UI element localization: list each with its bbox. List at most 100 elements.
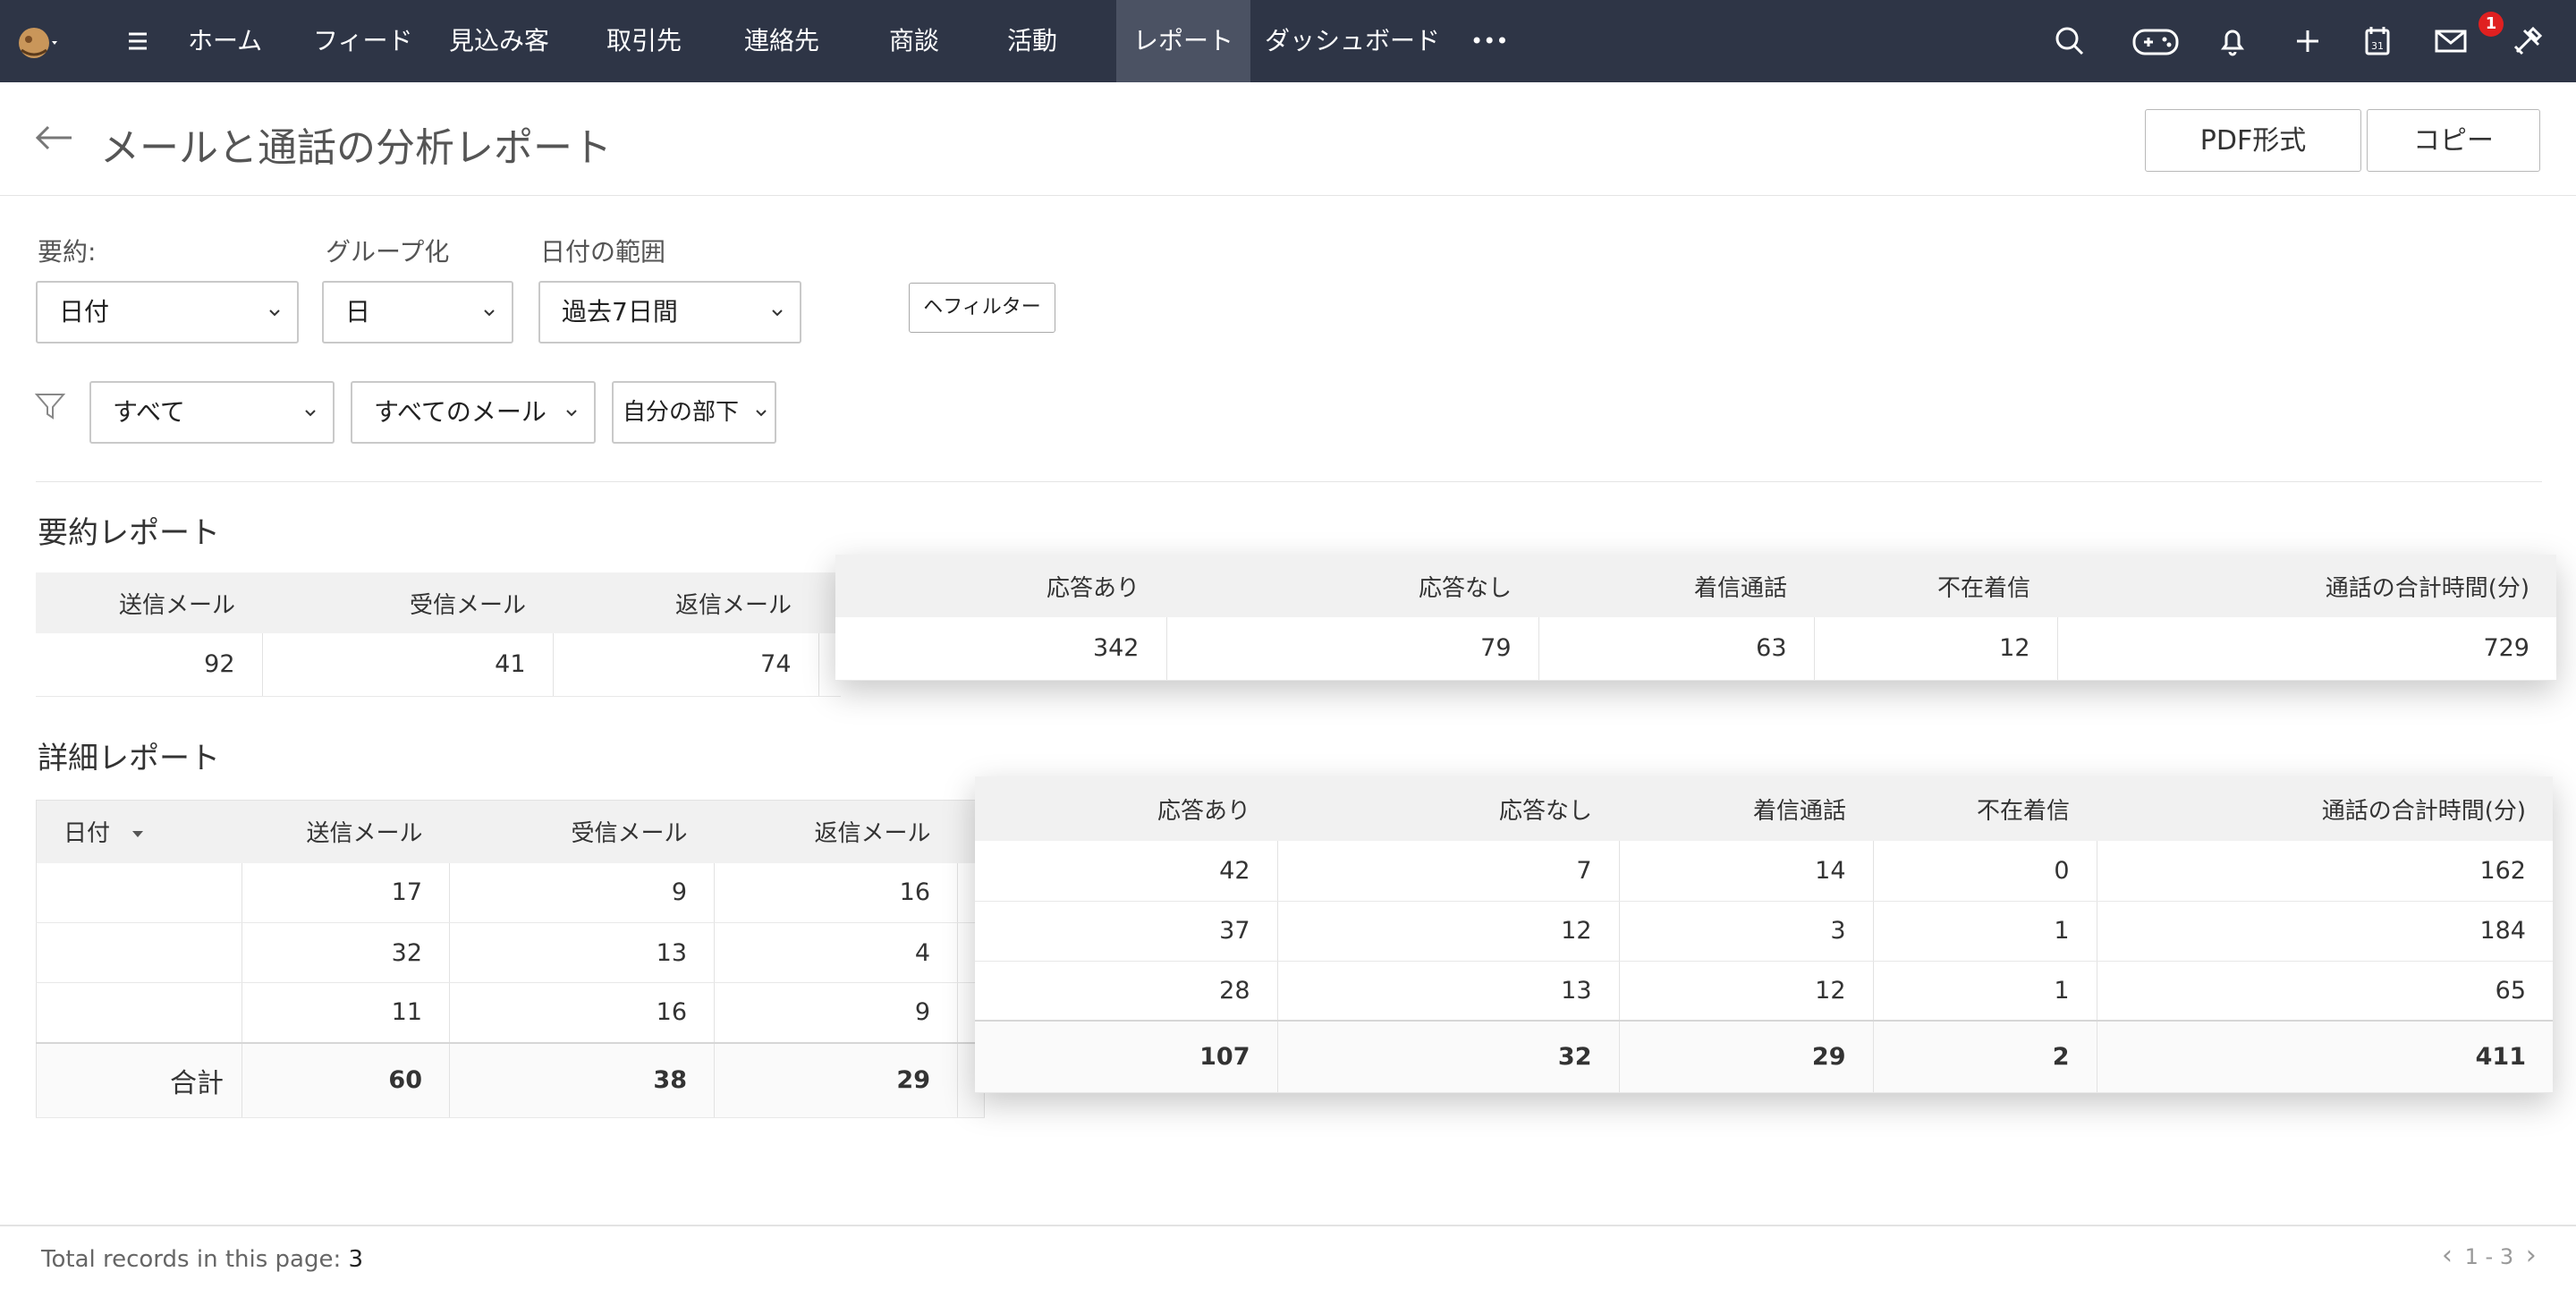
table-cell: 92 xyxy=(36,633,263,697)
table-cell: 12 xyxy=(1814,617,2058,681)
sort-desc-icon xyxy=(132,830,144,837)
footer-divider xyxy=(0,1225,2576,1226)
column-header: 返信メール xyxy=(553,572,818,633)
chevron-down-icon xyxy=(269,310,280,317)
table-row: 17 9 16 xyxy=(36,862,985,923)
chevron-down-icon xyxy=(305,410,316,417)
chevron-down-icon xyxy=(756,410,767,417)
table-row: 11 16 9 xyxy=(36,982,985,1043)
summary-by-label: 要約: xyxy=(38,237,97,267)
date-header-label: 日付 xyxy=(64,820,111,848)
total-cell: 29 xyxy=(714,1041,958,1118)
summary-call-table: 応答あり 応答なし 着信通話 不在着信 通話の合計時間(分) 342 79 63… xyxy=(835,555,2556,681)
total-cell: 32 xyxy=(1277,1020,1620,1093)
table-cell: 14 xyxy=(1619,841,1874,902)
table-cell: 11 xyxy=(242,982,450,1043)
filter-funnel-icon xyxy=(32,388,68,424)
date-cell xyxy=(36,982,242,1043)
column-header: 応答あり xyxy=(975,776,1277,841)
table-row: 28 13 12 1 65 xyxy=(975,961,2553,1022)
nav-home[interactable]: ホーム xyxy=(188,0,262,82)
table-cell: 63 xyxy=(1538,617,1815,681)
table-cell: 1 xyxy=(1873,961,2097,1022)
column-header: 送信メール xyxy=(36,572,262,633)
scope-value: すべて xyxy=(113,397,185,427)
hamburger-menu-icon[interactable] xyxy=(116,20,159,63)
date-range-label: 日付の範囲 xyxy=(540,237,666,267)
next-page-icon[interactable]: › xyxy=(2526,1240,2537,1271)
search-icon[interactable] xyxy=(2048,20,2091,63)
date-range-value: 過去7日間 xyxy=(562,297,678,326)
total-label: 合計 xyxy=(36,1041,242,1118)
org-logo-icon[interactable] xyxy=(13,20,63,63)
table-cell: 4 xyxy=(714,922,958,983)
more-menu-icon[interactable]: ••• xyxy=(1470,0,1508,82)
table-row: 37 12 3 1 184 xyxy=(975,901,2553,962)
table-cell: 9 xyxy=(714,982,958,1043)
table-cell: 16 xyxy=(714,862,958,923)
date-range-select[interactable]: 過去7日間 xyxy=(538,281,801,343)
column-header: 受信メール xyxy=(449,800,715,863)
table-cell: 3 xyxy=(1619,901,1874,962)
table-cell: 12 xyxy=(1619,961,1874,1022)
table-cell: 12 xyxy=(1277,901,1620,962)
page-range: 1 - 3 xyxy=(2464,1244,2514,1269)
nav-accounts[interactable]: 取引先 xyxy=(606,0,682,82)
group-by-label: グループ化 xyxy=(326,237,450,267)
setup-tools-icon[interactable] xyxy=(2506,20,2549,63)
column-header: 着信通話 xyxy=(1538,555,1814,617)
mail-icon[interactable] xyxy=(2429,20,2472,63)
detail-email-table: 日付 送信メール 受信メール 返信メール 17 9 16 32 13 4 11 … xyxy=(36,800,985,1118)
mail-type-select[interactable]: すべてのメール xyxy=(351,381,596,444)
column-header: 返信メール xyxy=(714,800,958,863)
team-select[interactable]: 自分の部下 xyxy=(612,381,776,444)
chevron-down-icon xyxy=(566,410,577,417)
chevron-down-icon xyxy=(772,310,783,317)
table-cell: 162 xyxy=(2097,841,2553,902)
column-header: 応答あり xyxy=(835,555,1166,617)
mail-type-value: すべてのメール xyxy=(374,397,547,427)
summary-by-select[interactable]: 日付 xyxy=(36,281,299,343)
total-cell: 29 xyxy=(1619,1020,1874,1093)
date-column-header[interactable]: 日付 xyxy=(36,800,242,863)
table-cell: 184 xyxy=(2097,901,2553,962)
table-cell: 28 xyxy=(975,961,1278,1022)
plus-icon[interactable] xyxy=(2286,20,2329,63)
records-label: Total records in this page: xyxy=(41,1246,342,1273)
group-by-select[interactable]: 日 xyxy=(322,281,513,343)
nav-deals[interactable]: 商談 xyxy=(889,0,939,82)
table-cell: 1 xyxy=(1873,901,2097,962)
mail-badge: 1 xyxy=(2479,12,2504,37)
column-header: 受信メール xyxy=(262,572,553,633)
records-count-text: Total records in this page: 3 xyxy=(41,1246,363,1273)
nav-reports[interactable]: レポート xyxy=(1116,0,1250,82)
table-row: 42 7 14 0 162 xyxy=(975,841,2553,902)
previous-page-icon[interactable]: ‹ xyxy=(2442,1240,2453,1271)
table-cell: 42 xyxy=(975,841,1278,902)
nav-contacts[interactable]: 連絡先 xyxy=(744,0,819,82)
total-cell: 38 xyxy=(449,1041,715,1118)
table-row: 32 13 4 xyxy=(36,922,985,983)
table-cell: 32 xyxy=(242,922,450,983)
table-cell: 17 xyxy=(242,862,450,923)
filter-toggle-button[interactable]: ヘフィルター xyxy=(909,283,1055,333)
nav-dashboards[interactable]: ダッシュボード xyxy=(1265,0,1440,82)
copy-button[interactable]: コピー xyxy=(2367,109,2540,172)
back-arrow-icon[interactable] xyxy=(32,122,75,154)
column-header: 着信通話 xyxy=(1619,776,1873,841)
nav-leads[interactable]: 見込み客 xyxy=(449,0,549,82)
column-header: 応答なし xyxy=(1277,776,1619,841)
gamepad-icon[interactable] xyxy=(2129,20,2182,63)
table-cell: 79 xyxy=(1166,617,1539,681)
pdf-export-button[interactable]: PDF形式 xyxy=(2145,109,2361,172)
bell-icon[interactable] xyxy=(2211,20,2254,63)
date-cell xyxy=(36,862,242,923)
total-cell: 107 xyxy=(975,1020,1278,1093)
scope-select[interactable]: すべて xyxy=(89,381,335,444)
table-cell: 13 xyxy=(449,922,715,983)
nav-feeds[interactable]: フィード xyxy=(313,0,412,82)
nav-activities[interactable]: 活動 xyxy=(1007,0,1057,82)
calendar-icon[interactable]: 31 xyxy=(2356,20,2399,63)
pagination: ‹ 1 - 3 › xyxy=(2442,1240,2537,1271)
summary-email-table: 送信メール 受信メール 返信メール 92 41 74 xyxy=(36,572,841,697)
